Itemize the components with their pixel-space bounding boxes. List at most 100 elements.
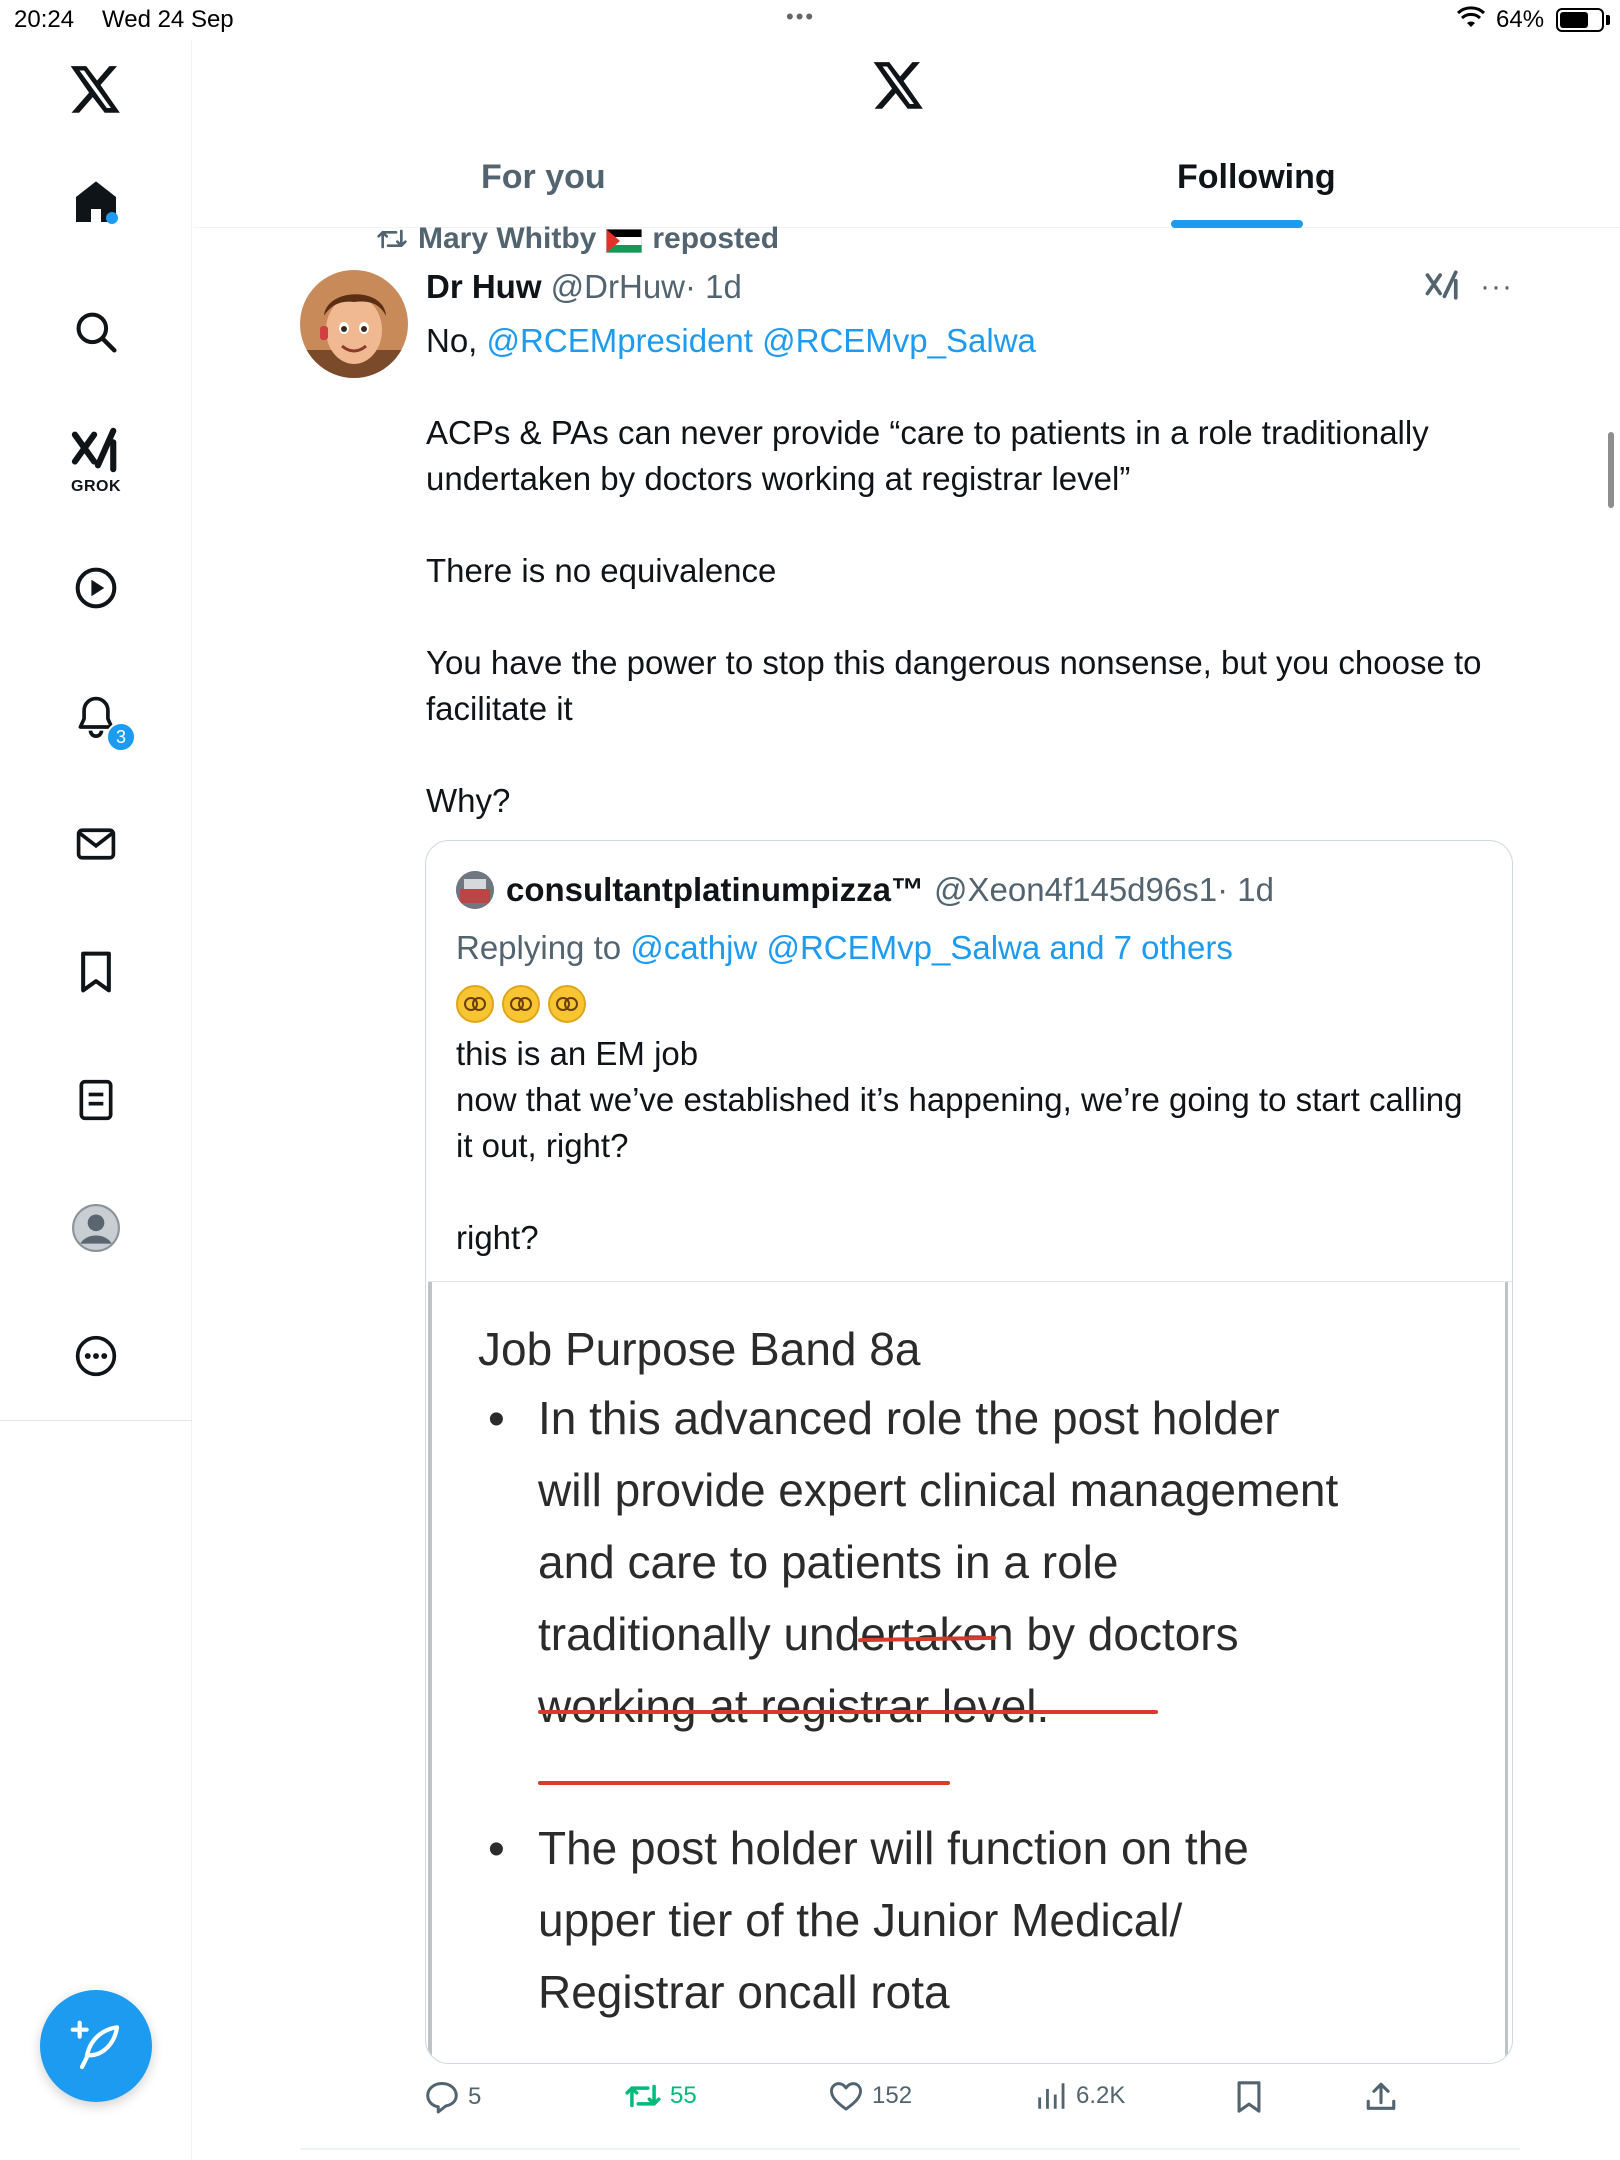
x-logo-header-icon[interactable] (873, 62, 925, 115)
active-tab-indicator (1171, 220, 1303, 228)
dizzy-face-emoji-icon (548, 985, 586, 1023)
image-text-line: The post holder will function on the (538, 1822, 1249, 1874)
red-underline (538, 1710, 1158, 1714)
quoted-line: this is an EM job (456, 1035, 699, 1072)
compose-feather-icon (70, 2020, 120, 2070)
status-bar: 20:24 Wed 24 Sep ••• 64% (0, 0, 1620, 40)
image-bullet-dot: • (488, 1823, 505, 1876)
view-count: 6.2K (1076, 2082, 1126, 2109)
image-text-line: working at registrar level. (538, 1680, 1050, 1732)
x-logo-icon[interactable] (56, 50, 136, 130)
image-text-line: upper tier of the Junior Medical/ (538, 1894, 1183, 1946)
quoted-tweet-time[interactable]: · 1d (1217, 871, 1274, 909)
image-bullet-1: In this advanced role the post holder wi… (538, 1382, 1478, 1742)
like-button[interactable]: 152 (828, 2080, 912, 2112)
status-time: 20:24 (14, 6, 75, 33)
bookmark-button[interactable] (1234, 2080, 1264, 2114)
tweet-separator (300, 2148, 1520, 2150)
battery-percentage: 64% (1496, 6, 1545, 33)
messages-envelope-icon[interactable] (56, 804, 136, 884)
dizzy-face-emoji-icon (502, 985, 540, 1023)
bookmark-icon (1237, 2081, 1261, 2113)
video-play-icon[interactable] (56, 548, 136, 628)
red-underline (538, 1781, 950, 1785)
image-bullet-dot: • (488, 1393, 505, 1446)
grok-label: GROK (71, 478, 121, 495)
views-chart-icon (1038, 2083, 1065, 2109)
quoted-author-handle[interactable]: @Xeon4f145d96s1 (934, 871, 1217, 909)
replying-to-prefix: Replying to (456, 929, 631, 966)
heart-icon (829, 2082, 862, 2111)
tweet-more-icon[interactable]: ··· (1480, 270, 1513, 304)
sidebar: GROK 3 (0, 40, 192, 2160)
tweet-text: No, @RCEMpresident @RCEMvp_Salwa ACPs & … (426, 318, 1506, 824)
quoted-attached-image[interactable]: Job Purpose Band 8a • In this advanced r… (428, 1281, 1512, 2063)
repost-suffix: reposted (652, 222, 780, 255)
repost-count: 55 (670, 2082, 697, 2109)
views-button[interactable]: 6.2K (1034, 2080, 1125, 2112)
tweet-paragraph: ACPs & PAs can never provide “care to pa… (426, 414, 1429, 497)
tweet-header: Dr Huw @DrHuw· 1d (426, 268, 742, 306)
tweet-paragraph: Why? (426, 782, 511, 819)
mention-link[interactable]: @RCEMpresident (487, 322, 753, 359)
image-text-line: Registrar oncall rota (538, 1966, 950, 2018)
repost-icon (377, 229, 407, 249)
share-button[interactable] (1364, 2080, 1398, 2114)
quoted-tweet[interactable]: consultantplatinumpizza™ @Xeon4f145d96s1… (425, 840, 1513, 2064)
home-unread-dot (106, 212, 118, 224)
tweet-paragraph: There is no equivalence (426, 552, 777, 589)
like-count: 152 (872, 2082, 913, 2109)
repost-icon (625, 2084, 661, 2108)
quoted-tweet-text: this is an EM job now that we’ve establi… (456, 1031, 1486, 1261)
image-text-line: traditionally undertaken by doctors (538, 1608, 1239, 1660)
mention-link[interactable]: @RCEMvp_Salwa (762, 322, 1036, 359)
tab-for-you[interactable]: For you (481, 158, 606, 197)
palestine-flag-icon (605, 227, 643, 254)
tweet-time[interactable]: · 1d (685, 268, 742, 305)
repost-indicator[interactable]: Mary Whitby reposted (376, 222, 779, 256)
reply-icon (426, 2082, 458, 2114)
tweet-paragraph: You have the power to stop this dangerou… (426, 644, 1482, 727)
dizzy-face-emoji-icon (456, 985, 494, 1023)
image-text-line: will provide expert clinical management (538, 1464, 1339, 1516)
quoted-line: now that we’ve established it’s happenin… (456, 1081, 1463, 1164)
author-avatar[interactable] (300, 270, 408, 378)
multitasking-dots-icon[interactable]: ••• (786, 4, 815, 30)
notifications-badge: 3 (106, 722, 136, 752)
sidebar-divider (0, 1420, 192, 1421)
share-icon (1366, 2082, 1396, 2110)
bookmarks-icon[interactable] (56, 932, 136, 1012)
battery-icon (1556, 8, 1604, 32)
reply-count: 5 (468, 2083, 482, 2110)
reply-button[interactable]: 5 (424, 2080, 481, 2114)
author-name[interactable]: Dr Huw (426, 268, 542, 305)
lists-icon[interactable] (56, 1060, 136, 1140)
image-bullet-2: The post holder will function on the upp… (538, 1812, 1478, 2028)
search-icon[interactable] (56, 292, 136, 372)
tweet-action-bar: 5 55 152 6.2K (424, 2080, 1514, 2124)
reposter-name[interactable]: Mary Whitby (418, 222, 596, 256)
scrollbar[interactable] (1608, 432, 1614, 508)
image-text-line: In this advanced role the post holder (538, 1392, 1280, 1444)
compose-post-button[interactable] (40, 1990, 152, 2102)
author-handle[interactable]: @DrHuw (551, 268, 685, 305)
grok-explain-icon[interactable] (1424, 268, 1462, 307)
timeline-header: For you Following (193, 40, 1620, 228)
status-date: Wed 24 Sep (102, 6, 234, 33)
wifi-icon (1456, 6, 1486, 37)
profile-avatar-icon[interactable] (56, 1188, 136, 1268)
quoted-tweet-header: consultantplatinumpizza™ @Xeon4f145d96s1… (456, 871, 1274, 909)
replying-to-mentions[interactable]: @cathjw @RCEMvp_Salwa and 7 others (630, 929, 1233, 966)
repost-button[interactable]: 55 (624, 2080, 697, 2112)
dizzy-face-emojis (456, 985, 586, 1023)
quoted-author-name[interactable]: consultantplatinumpizza™ (506, 871, 924, 909)
quoted-line: right? (456, 1219, 539, 1256)
replying-to-line: Replying to @cathjw @RCEMvp_Salwa and 7 … (456, 929, 1233, 967)
tweet-line1-prefix: No, (426, 322, 487, 359)
more-options-icon[interactable] (56, 1316, 136, 1396)
quoted-author-avatar[interactable] (456, 871, 494, 909)
tab-following[interactable]: Following (1177, 158, 1336, 197)
home-icon[interactable] (56, 162, 136, 242)
image-title: Job Purpose Band 8a (478, 1323, 921, 1375)
image-text-line: and care to patients in a role (538, 1536, 1119, 1588)
